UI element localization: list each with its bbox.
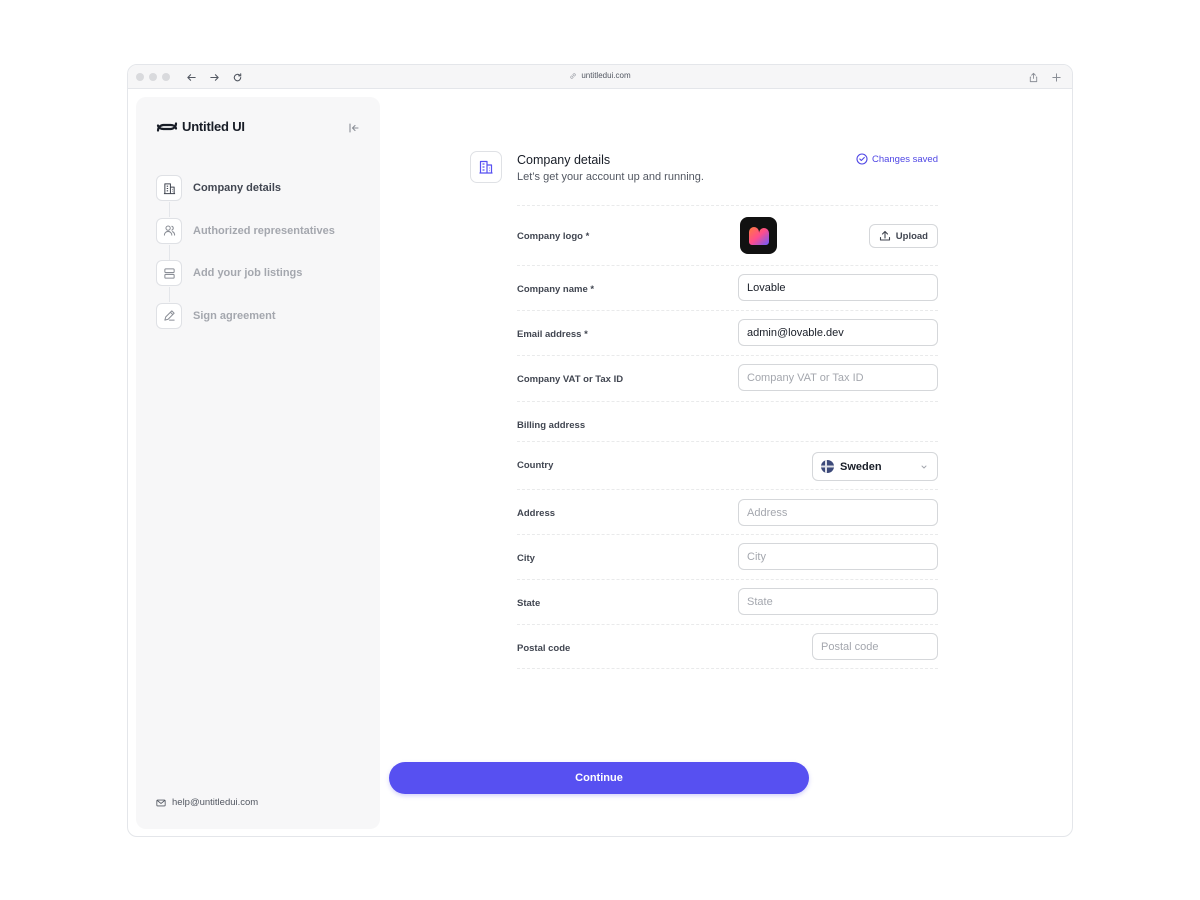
billing-address-heading: Billing address (517, 420, 586, 431)
step-add-job-listings[interactable]: Add your job listings (156, 260, 335, 302)
help-email-link[interactable]: help@untitledui.com (156, 797, 258, 808)
state-input[interactable] (738, 588, 938, 615)
country-select[interactable]: Sweden (812, 452, 938, 481)
step-connector (169, 287, 170, 302)
state-label: State (517, 598, 541, 609)
share-icon[interactable] (1026, 70, 1040, 84)
field-label: Company logo * (517, 231, 589, 242)
pen-icon (156, 302, 182, 329)
continue-button[interactable]: Continue (389, 762, 809, 794)
page-title: Company details (517, 153, 611, 167)
city-label: City (517, 553, 535, 564)
address-label: Address (517, 508, 556, 519)
form-row-vat: Company VAT or Tax ID (517, 355, 938, 401)
upload-label: Upload (895, 230, 928, 242)
form-row-logo: Company logo * Upload (517, 205, 938, 265)
postal-label: Postal code (517, 643, 571, 654)
label-text: Company name (517, 284, 588, 295)
main-content: Company details Let’s get your account u… (468, 151, 938, 669)
page-subtitle: Let’s get your account up and running. (517, 171, 704, 183)
form-row-address: Address (517, 489, 938, 534)
city-input[interactable] (738, 543, 938, 570)
chevron-down-icon (921, 465, 927, 468)
step-company-details[interactable]: Company details (156, 175, 335, 217)
url-text: untitledui.com (581, 71, 631, 80)
browser-chrome: untitledui.com (128, 65, 1072, 89)
company-form: Company logo * Upload Company name * Lov… (517, 205, 938, 669)
mail-icon (156, 799, 166, 806)
list-icon (156, 260, 182, 286)
address-input[interactable] (738, 499, 938, 526)
sweden-flag-icon (821, 460, 834, 473)
required-mark: * (585, 231, 590, 242)
step-authorized-representatives[interactable]: Authorized representatives (156, 217, 335, 260)
field-label: Email address * (517, 329, 588, 340)
postal-code-input[interactable] (812, 633, 938, 660)
users-icon (156, 217, 182, 244)
brand-logo[interactable]: Untitled UI (156, 119, 245, 134)
building-icon (156, 175, 182, 201)
save-status: Changes saved (856, 153, 938, 165)
upload-icon (879, 230, 890, 241)
company-name-input[interactable] (738, 274, 938, 301)
upload-button[interactable]: Upload (868, 224, 938, 248)
browser-window: untitledui.com Untitled UI Company detai… (127, 64, 1073, 837)
collapse-sidebar-icon[interactable] (348, 121, 362, 135)
email-input[interactable] (738, 319, 938, 346)
country-value: Sweden (840, 460, 882, 473)
sidebar: Untitled UI Company details Authorized r… (136, 97, 380, 829)
required-mark: * (590, 284, 595, 295)
form-row-city: City (517, 534, 938, 579)
label-text: Email address (517, 329, 582, 340)
step-label: Add your job listings (193, 267, 303, 279)
label-text: Company logo (517, 231, 583, 242)
company-logo-image (740, 217, 777, 254)
form-row-billing-heading: Billing address (517, 401, 938, 441)
lovable-heart-logo (748, 226, 769, 245)
form-row-postal: Postal code (517, 624, 938, 669)
building-icon (470, 151, 502, 183)
check-circle-icon (856, 153, 868, 165)
form-row-country: Country Sweden (517, 441, 938, 489)
section-header: Company details Let’s get your account u… (468, 151, 938, 205)
required-mark: * (584, 329, 588, 340)
address-bar[interactable]: untitledui.com (128, 71, 1072, 80)
step-sign-agreement[interactable]: Sign agreement (156, 302, 335, 329)
vat-label: Company VAT or Tax ID (517, 374, 624, 385)
link-icon (570, 72, 577, 79)
step-connector (169, 202, 170, 217)
field-label: Company name * (517, 284, 594, 295)
form-row-email: Email address * (517, 310, 938, 355)
step-label: Company details (193, 182, 282, 194)
progress-steps: Company details Authorized representativ… (156, 175, 335, 345)
form-row-company-name: Company name * (517, 265, 938, 310)
save-status-text: Changes saved (871, 153, 938, 165)
form-row-state: State (517, 579, 938, 624)
country-label: Country (517, 460, 554, 471)
help-email: help@untitledui.com (172, 797, 259, 808)
new-tab-icon[interactable] (1049, 70, 1063, 84)
vat-input[interactable] (738, 364, 938, 391)
step-connector (169, 244, 170, 260)
step-label: Sign agreement (193, 309, 276, 322)
untitled-ui-logo-icon (156, 121, 178, 132)
brand-name: Untitled UI (182, 119, 245, 134)
step-label: Authorized representatives (193, 224, 335, 237)
